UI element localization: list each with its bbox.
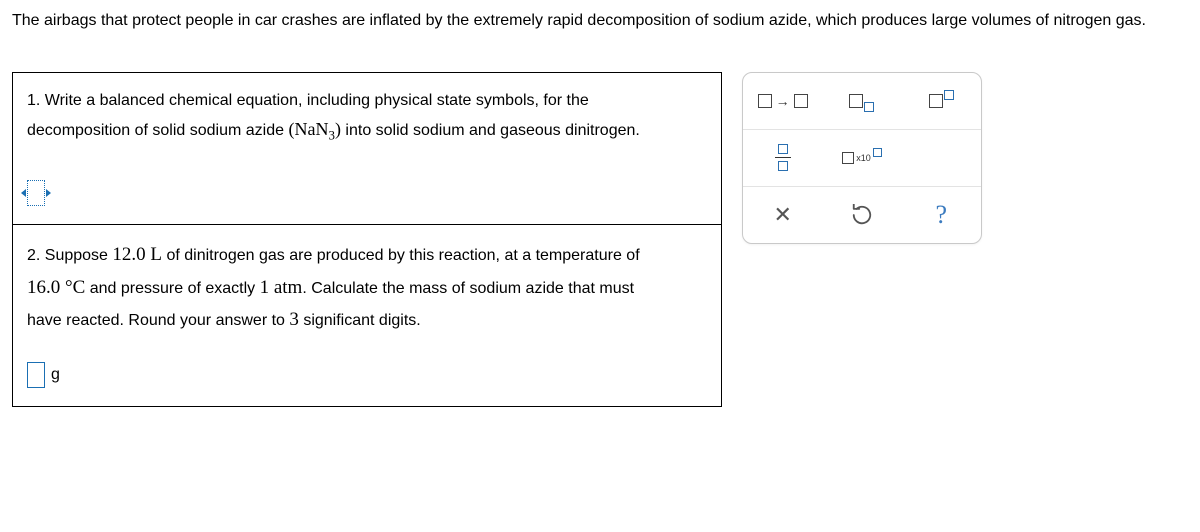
content-row: 1. Write a balanced chemical equation, i… [12, 72, 1188, 408]
tool-fraction[interactable] [743, 130, 822, 186]
q2-vol: 12.0 L [112, 244, 162, 265]
q2-temp: 16.0 °C [27, 277, 85, 298]
intro-text: The airbags that protect people in car c… [12, 10, 1188, 32]
clear-button[interactable]: ✕ [743, 187, 822, 243]
equation-input-row[interactable] [27, 180, 707, 206]
mass-input[interactable] [27, 362, 45, 388]
q2-t4: . Calculate the mass of sodium azide tha… [302, 280, 634, 297]
q2-press: 1 atm [260, 277, 303, 298]
nan3-formula: (NaN3) [288, 119, 340, 139]
question-1: 1. Write a balanced chemical equation, i… [13, 73, 721, 225]
q1-line2b: into solid sodium and gaseous dinitrogen… [341, 122, 640, 139]
formula-base: NaN [294, 119, 328, 139]
tool-row-1: → [743, 73, 981, 129]
mass-unit: g [51, 366, 60, 384]
tool-row-3: ✕ ? [743, 186, 981, 243]
question-box: 1. Write a balanced chemical equation, i… [12, 72, 722, 408]
undo-icon [851, 204, 873, 226]
q2-t1: 2. Suppose [27, 247, 112, 264]
tool-superscript[interactable] [902, 73, 981, 129]
q2-t5: have reacted. Round your answer to [27, 312, 289, 329]
tool-scientific-notation[interactable]: x10 [822, 130, 901, 186]
tool-empty [902, 130, 981, 186]
q1-line2a: decomposition of solid sodium azide [27, 122, 288, 139]
tool-row-2: x10 [743, 129, 981, 186]
help-button[interactable]: ? [902, 187, 981, 243]
tool-subscript[interactable] [822, 73, 901, 129]
q1-prompt: 1. Write a balanced chemical equation, i… [27, 87, 707, 147]
q2-t3: and pressure of exactly [85, 280, 259, 297]
undo-button[interactable] [822, 187, 901, 243]
help-icon: ? [936, 200, 948, 230]
x10-label: x10 [856, 153, 871, 163]
tool-panel: → [742, 72, 982, 244]
q2-prompt: 2. Suppose 12.0 L of dinitrogen gas are … [27, 239, 707, 336]
tool-reaction-arrow[interactable]: → [743, 73, 822, 129]
x-icon: ✕ [773, 202, 791, 228]
question-2: 2. Suppose 12.0 L of dinitrogen gas are … [13, 224, 721, 406]
q2-t2: of dinitrogen gas are produced by this r… [162, 247, 640, 264]
q2-t6: significant digits. [299, 312, 421, 329]
q1-line1: 1. Write a balanced chemical equation, i… [27, 92, 589, 109]
equation-input[interactable] [27, 180, 45, 206]
mass-input-row[interactable]: g [27, 362, 707, 388]
q2-sig: 3 [289, 309, 299, 330]
